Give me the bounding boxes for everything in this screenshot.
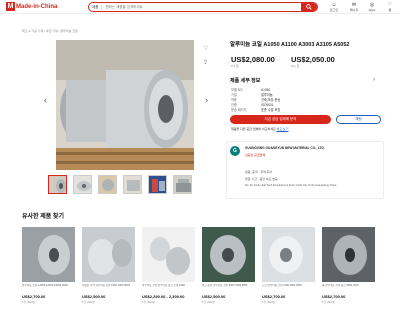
supplier-location: 광동, 중국 · 무역 회사 (245, 170, 273, 174)
similar-product-card[interactable]: 최고 품질 알루미늄 코일 3003 3105 5052 US$2,500.00 5… (202, 227, 255, 304)
product-main-image[interactable] (56, 40, 194, 170)
specs-heading[interactable]: 제품 세부 정보 (230, 77, 260, 84)
similar-products-title: 유사한 제품 찾기 (22, 214, 64, 220)
similar-product-card[interactable]: 알루미늄 코일 알루미늄 합금 코일 1060 US$2,290.00 - 2,3… (142, 227, 195, 304)
supplier-response: 방문 시간 · 응답 속도 높음 (245, 177, 278, 181)
product-thumbnail (202, 227, 255, 282)
search-button[interactable] (301, 3, 317, 11)
prev-image-arrow[interactable]: ‹ (44, 95, 47, 105)
thumbnail-5[interactable] (148, 175, 167, 194)
favorites-link[interactable]: ♡ 찜 (376, 3, 400, 13)
similar-product-card[interactable]: 도금 알루미늄 코일 1100 3003 5052 US$2,700.00 5 톤 … (262, 227, 315, 304)
search-bar: 제품 (88, 2, 318, 12)
share-icon[interactable]: ⇪ (203, 59, 208, 66)
search-input[interactable] (102, 3, 301, 11)
breadcrumb[interactable]: 제조 & 가공 기계 › 야금 기계 › 알루미늄 코일 (22, 29, 78, 33)
similar-product-card[interactable]: 저렴한 가격 알루미늄 코일 1050 1060 3003 US$2,500.00… (82, 227, 135, 304)
verified-badge: 검증된 공급업체 (245, 153, 266, 157)
search-scope-select[interactable]: 제품 (89, 4, 103, 10)
next-image-arrow[interactable]: › (205, 95, 208, 105)
logo-text: Made-in-China (16, 3, 58, 10)
search-icon (306, 4, 312, 10)
product-thumbnail (142, 227, 195, 282)
price-tier-1-qty: 5-9 톤 (231, 64, 239, 68)
thumbnail-3[interactable] (98, 175, 117, 194)
chat-button[interactable]: 채팅 (336, 115, 381, 124)
compare-link[interactable]: 비교 보기 (277, 127, 289, 131)
similar-product-card[interactable]: 알루미늄 코일 A1050 A1100 A3003 3003 US$2,700.0… (22, 227, 75, 304)
aluminum-coil-image (56, 40, 194, 170)
site-logo[interactable]: M Made-in-China (6, 2, 57, 11)
favorite-heart-icon[interactable]: ♡ (203, 45, 208, 52)
thumbnail-4[interactable] (123, 175, 142, 194)
product-title: 알루미늄 코일 A1050 A1100 A3003 A3105 A5052 (230, 42, 350, 48)
thumbnail-2[interactable] (73, 175, 92, 194)
product-thumbnail (262, 227, 315, 282)
compare-text: 제품을 다른 공급 업체와 비교하세요 비교 보기 (231, 127, 289, 131)
price-tier-2-qty: 10+ 톤 (291, 64, 300, 68)
logo-mark: M (6, 2, 15, 11)
product-thumbnail (22, 227, 75, 282)
spec-row: 운송 패키지 표준 수출 포장 (231, 108, 281, 112)
contact-supplier-button[interactable]: 지금 공급 업체에 문의 (230, 115, 331, 124)
thumbnail-1[interactable] (48, 175, 67, 194)
price-tier-1: US$2,080.00 (231, 55, 275, 64)
thumbnail-strip (48, 175, 192, 194)
similar-product-card[interactable]: 롤 알루미늄 코일 합금 1060 1100 US$2,700.00 5 톤 (MO… (322, 227, 375, 304)
supplier-name[interactable]: GUANGXING GUANGYUN NEW MATERIAL CO., LTD… (245, 146, 325, 150)
product-thumbnail (82, 227, 135, 282)
thumbnail-6[interactable] (173, 175, 192, 194)
supplier-logo[interactable]: G (230, 146, 240, 156)
supplier-address: No. 41 Yunfu High Tech Development Zone … (245, 184, 337, 187)
price-tier-2: US$2,050.00 (291, 55, 335, 64)
chevron-right-icon[interactable]: › (373, 77, 375, 83)
product-thumbnail (322, 227, 375, 282)
